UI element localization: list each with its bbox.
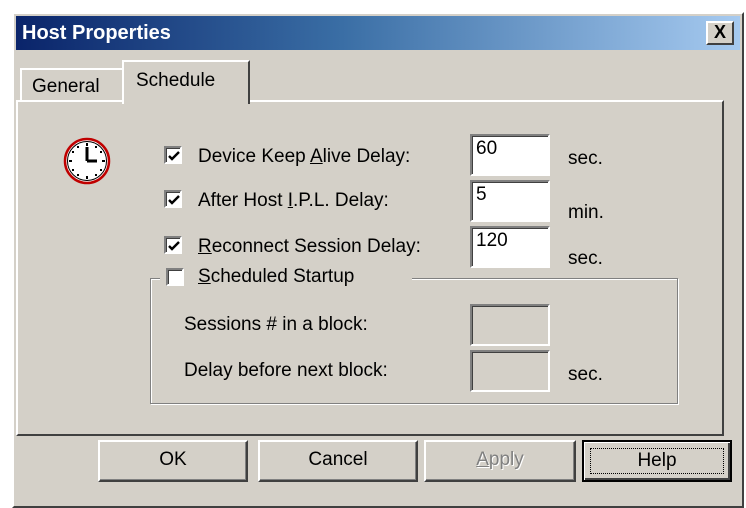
ipl-delay-label: After Host I.P.L. Delay: — [198, 190, 389, 211]
block-delay-input[interactable] — [470, 350, 550, 392]
block-delay-unit: sec. — [568, 364, 603, 385]
close-button[interactable]: X — [706, 21, 734, 45]
scheduled-startup-checkbox[interactable] — [166, 268, 184, 286]
reconnect-input[interactable]: 120 — [470, 226, 550, 268]
tab-schedule-label: Schedule — [136, 70, 216, 91]
checkmark-icon — [168, 241, 180, 251]
ok-button[interactable]: OK — [98, 440, 248, 482]
checkmark-icon — [168, 195, 180, 205]
reconnect-label: Reconnect Session Delay: — [198, 236, 421, 257]
ipl-delay-checkbox[interactable] — [164, 190, 182, 208]
cancel-button[interactable]: Cancel — [258, 440, 418, 482]
clock-icon — [63, 137, 111, 185]
tab-general[interactable]: General — [20, 68, 124, 102]
reconnect-checkbox[interactable] — [164, 236, 182, 254]
scheduled-startup-legend: Scheduled Startup — [160, 266, 412, 292]
keep-alive-unit: sec. — [568, 148, 603, 169]
help-button-label: Help — [590, 448, 724, 474]
reconnect-unit: sec. — [568, 248, 603, 269]
checkmark-icon — [168, 151, 180, 161]
title-bar[interactable]: Host Properties X — [16, 16, 740, 50]
apply-button[interactable]: Apply — [424, 440, 576, 482]
block-delay-label: Delay before next block: — [184, 360, 388, 381]
schedule-panel: Device Keep Alive Delay: 60 sec. After H… — [16, 100, 724, 436]
window-title: Host Properties — [22, 22, 171, 44]
keep-alive-input[interactable]: 60 — [470, 134, 550, 176]
keep-alive-label: Device Keep Alive Delay: — [198, 146, 411, 167]
help-button[interactable]: Help — [582, 440, 732, 482]
sessions-per-block-label: Sessions # in a block: — [184, 314, 368, 335]
scheduled-startup-label: Scheduled Startup — [198, 266, 355, 287]
ipl-delay-unit: min. — [568, 202, 604, 223]
sessions-per-block-input[interactable] — [470, 304, 550, 346]
ipl-delay-input[interactable]: 5 — [470, 180, 550, 222]
tab-general-label: General — [32, 76, 100, 97]
tab-schedule[interactable]: Schedule — [122, 60, 250, 104]
keep-alive-checkbox[interactable] — [164, 146, 182, 164]
